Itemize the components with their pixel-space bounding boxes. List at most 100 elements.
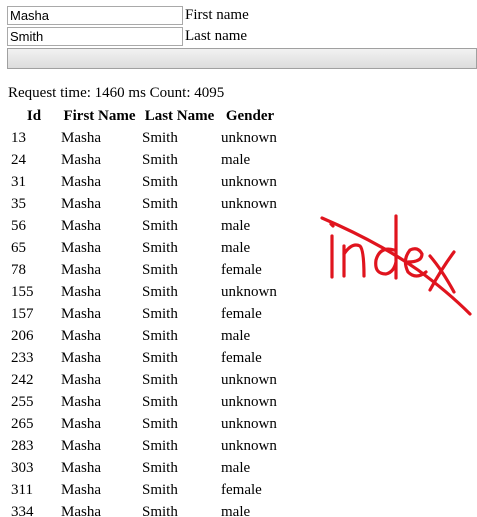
- cell-last-name: Smith: [142, 437, 178, 454]
- cell-first-name: Masha: [61, 151, 101, 168]
- cell-id: 155: [11, 283, 34, 300]
- cell-first-name: Masha: [61, 393, 101, 410]
- cell-last-name: Smith: [142, 217, 178, 234]
- cell-gender: male: [221, 503, 251, 517]
- table-row: 78 Masha Smith female: [10, 260, 280, 280]
- table-row: 65 Masha Smith male: [10, 238, 280, 258]
- last-name-input[interactable]: [7, 27, 183, 46]
- first-name-row: First name: [7, 6, 477, 27]
- table-row: 334 Masha Smith male: [10, 502, 280, 517]
- table-row: 283 Masha Smith unknown: [10, 436, 280, 456]
- cell-id: 31: [11, 173, 26, 190]
- cell-first-name: Masha: [61, 283, 101, 300]
- cell-gender: male: [221, 239, 251, 256]
- cell-gender: unknown: [221, 393, 277, 410]
- cell-first-name: Masha: [61, 371, 101, 388]
- cell-id: 157: [11, 305, 34, 322]
- table-header-row: Id First Name Last Name Gender: [10, 106, 280, 126]
- last-name-row: Last name: [7, 27, 477, 48]
- submit-button[interactable]: [7, 48, 477, 69]
- cell-gender: unknown: [221, 415, 277, 432]
- header-id: Id: [26, 107, 42, 124]
- cell-gender: male: [221, 217, 251, 234]
- cell-gender: female: [221, 305, 262, 322]
- index-annotation: [320, 214, 472, 316]
- header-first-name: First Name: [63, 107, 136, 124]
- cell-first-name: Masha: [61, 327, 101, 344]
- table-row: 206 Masha Smith male: [10, 326, 280, 346]
- table-row: 35 Masha Smith unknown: [10, 194, 280, 214]
- cell-last-name: Smith: [142, 283, 178, 300]
- cell-gender: male: [221, 459, 251, 476]
- cell-last-name: Smith: [142, 327, 178, 344]
- cell-first-name: Masha: [61, 261, 101, 278]
- table-row: 56 Masha Smith male: [10, 216, 280, 236]
- cell-id: 78: [11, 261, 26, 278]
- cell-gender: female: [221, 261, 262, 278]
- cell-last-name: Smith: [142, 371, 178, 388]
- cell-id: 56: [11, 217, 26, 234]
- cell-id: 13: [11, 129, 26, 146]
- table-row: 13 Masha Smith unknown: [10, 128, 280, 148]
- cell-first-name: Masha: [61, 173, 101, 190]
- cell-last-name: Smith: [142, 481, 178, 498]
- cell-last-name: Smith: [142, 151, 178, 168]
- table-row: 157 Masha Smith female: [10, 304, 280, 324]
- cell-gender: female: [221, 481, 262, 498]
- cell-first-name: Masha: [61, 129, 101, 146]
- cell-gender: male: [221, 327, 251, 344]
- cell-last-name: Smith: [142, 239, 178, 256]
- header-last-name: Last Name: [144, 107, 215, 124]
- cell-first-name: Masha: [61, 305, 101, 322]
- index-handwriting: [320, 214, 472, 316]
- cell-gender: unknown: [221, 283, 277, 300]
- cell-last-name: Smith: [142, 173, 178, 190]
- cell-first-name: Masha: [61, 195, 101, 212]
- cell-id: 334: [11, 503, 34, 517]
- cell-last-name: Smith: [142, 459, 178, 476]
- results-table: Id First Name Last Name Gender 13 Masha Sm…: [8, 104, 282, 517]
- cell-id: 206: [11, 327, 34, 344]
- first-name-label: First name: [185, 7, 249, 23]
- header-gender: Gender: [225, 107, 275, 124]
- cell-id: 303: [11, 459, 34, 476]
- cell-first-name: Masha: [61, 503, 101, 517]
- cell-id: 233: [11, 349, 34, 366]
- first-name-input[interactable]: [7, 6, 183, 25]
- table-row: 303 Masha Smith male: [10, 458, 280, 478]
- cell-gender: unknown: [221, 371, 277, 388]
- cell-last-name: Smith: [142, 393, 178, 410]
- cell-id: 265: [11, 415, 34, 432]
- cell-last-name: Smith: [142, 305, 178, 322]
- cell-first-name: Masha: [61, 349, 101, 366]
- cell-gender: unknown: [221, 129, 277, 146]
- cell-gender: unknown: [221, 195, 277, 212]
- cell-gender: female: [221, 349, 262, 366]
- cell-id: 255: [11, 393, 34, 410]
- cell-last-name: Smith: [142, 195, 178, 212]
- table-row: 24 Masha Smith male: [10, 150, 280, 170]
- letter-n: [342, 243, 366, 278]
- cell-id: 311: [11, 481, 33, 498]
- cell-id: 24: [11, 151, 26, 168]
- cell-gender: male: [221, 151, 251, 168]
- cell-last-name: Smith: [142, 349, 178, 366]
- table-row: 242 Masha Smith unknown: [10, 370, 280, 390]
- cell-last-name: Smith: [142, 261, 178, 278]
- cell-gender: unknown: [221, 173, 277, 190]
- cell-last-name: Smith: [142, 503, 178, 517]
- cell-first-name: Masha: [61, 239, 101, 256]
- cell-id: 35: [11, 195, 26, 212]
- letter-x: [428, 250, 456, 294]
- table-row: 155 Masha Smith unknown: [10, 282, 280, 302]
- results-body: 13 Masha Smith unknown 24 Masha Smith male 31 Mas…: [10, 128, 280, 517]
- cell-id: 242: [11, 371, 34, 388]
- last-name-label: Last name: [185, 28, 248, 44]
- cell-first-name: Masha: [61, 217, 101, 234]
- cell-last-name: Smith: [142, 129, 178, 146]
- table-row: 233 Masha Smith female: [10, 348, 280, 368]
- cell-gender: unknown: [221, 437, 277, 454]
- table-row: 31 Masha Smith unknown: [10, 172, 280, 192]
- table-row: 265 Masha Smith unknown: [10, 414, 280, 434]
- cell-first-name: Masha: [61, 459, 101, 476]
